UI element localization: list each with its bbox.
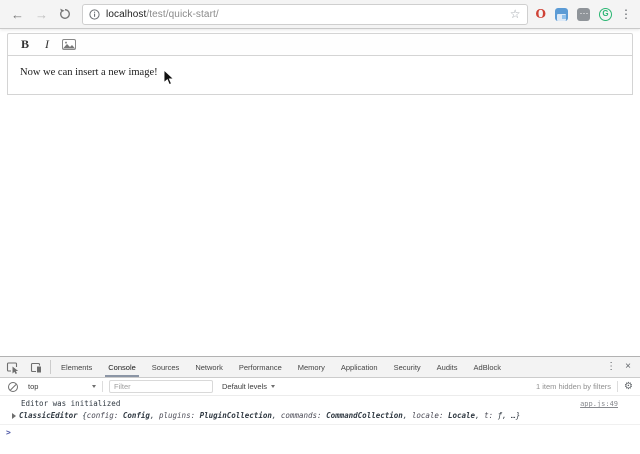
device-toolbar-icon [30,361,43,374]
page-info-icon[interactable] [89,9,100,20]
toolbar-divider [102,381,103,392]
console-object-row[interactable]: ClassicEditor {config: Config, plugins: … [0,410,640,421]
tab-network[interactable]: Network [187,357,231,377]
console-messages: Editor was initialized app.js:49 Classic… [0,396,640,438]
tab-performance[interactable]: Performance [231,357,290,377]
devtools-menu-icon[interactable]: ⋮ [606,362,616,372]
inspect-cursor-icon [6,361,19,374]
device-toolbar-button[interactable] [24,357,48,377]
clear-console-icon[interactable] [8,382,18,392]
image-icon [62,39,76,50]
extension-grey-dots-icon[interactable]: ⋯ [577,8,590,21]
bookmark-star-icon[interactable]: ☆ [510,8,521,20]
tab-console[interactable]: Console [100,357,144,377]
extension-blue-window-icon[interactable] [555,8,568,21]
expand-triangle-icon[interactable] [12,413,16,419]
execution-context-selector[interactable]: top [28,382,96,391]
object-preview-tokens: ClassicEditor {config: Config, plugins: … [19,411,520,421]
rich-text-editor: B I Now we can insert a new image! [7,33,633,95]
console-toolbar: top Default levels 1 item hidden by filt… [0,378,640,396]
url-host: localhost [106,9,146,20]
browser-toolbar: ← → localhost/test/quick-start/ ☆ O ⋯ G … [0,0,640,29]
context-label: top [28,382,38,391]
devtools-close-icon[interactable]: × [625,362,631,372]
console-settings-gear-icon[interactable]: ⚙ [624,382,633,392]
reload-icon [59,8,71,20]
browser-menu-icon[interactable]: ⋮ [620,8,632,20]
extensions-area: O ⋯ G [536,8,612,21]
inspect-element-button[interactable] [0,357,24,377]
console-filter-input[interactable] [109,380,213,393]
devtools-panel: ElementsConsoleSourcesNetworkPerformance… [0,356,640,454]
tab-application[interactable]: Application [333,357,386,377]
editor-content[interactable]: Now we can insert a new image! [7,56,633,95]
tab-sources[interactable]: Sources [144,357,188,377]
devtools-window-controls: ⋮ × [606,357,640,377]
tab-memory[interactable]: Memory [290,357,333,377]
tab-security[interactable]: Security [386,357,429,377]
reload-button[interactable] [59,8,71,20]
editor-toolbar: B I [7,33,633,56]
back-button[interactable]: ← [11,8,24,21]
tab-audits[interactable]: Audits [429,357,466,377]
toolbar-divider [617,381,618,392]
tab-elements[interactable]: Elements [53,357,100,377]
extension-red-o-icon[interactable]: O [536,8,546,20]
chevron-down-icon [92,385,96,388]
prompt-chevron-icon: > [6,428,11,437]
extension-grammarly-icon[interactable]: G [599,8,612,21]
log-levels-label: Default levels [222,382,267,391]
editor-paragraph: Now we can insert a new image! [20,67,158,78]
console-log-row: Editor was initialized app.js:49 [0,399,640,410]
forward-button[interactable]: → [35,8,48,21]
hidden-items-info: 1 item hidden by filters [536,382,611,391]
mouse-cursor [163,69,175,86]
chevron-down-icon [271,385,275,388]
tab-adblock[interactable]: AdBlock [466,357,510,377]
console-log-text: Editor was initialized [21,399,120,409]
devtools-tab-list: ElementsConsoleSourcesNetworkPerformance… [53,357,509,377]
console-message-group: Editor was initialized app.js:49 Classic… [0,396,640,425]
address-bar[interactable]: localhost/test/quick-start/ ☆ [82,4,528,25]
url-path: /test/quick-start/ [146,9,218,20]
console-prompt[interactable]: > [0,425,640,438]
bold-button[interactable]: B [16,37,34,52]
url-text: localhost/test/quick-start/ [106,9,219,20]
log-levels-dropdown[interactable]: Default levels [222,382,275,391]
devtools-tabbar: ElementsConsoleSourcesNetworkPerformance… [0,357,640,378]
console-source-link[interactable]: app.js:49 [580,399,618,409]
insert-image-button[interactable] [60,39,78,50]
tabbar-divider [50,360,51,374]
italic-button[interactable]: I [38,37,56,52]
